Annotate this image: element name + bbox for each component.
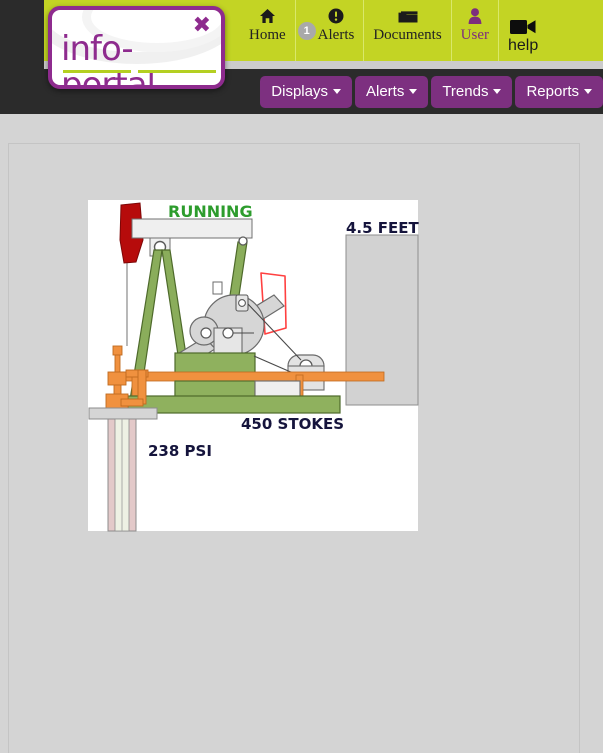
ground-plate: [88, 407, 158, 420]
main-nav-items: Displays Alerts Trends Reports: [260, 76, 603, 108]
nav-label-displays: Displays: [271, 83, 328, 100]
nav-button-displays[interactable]: Displays: [260, 76, 352, 108]
user-icon: [468, 6, 482, 26]
topnav-label-alerts: Alerts: [317, 27, 355, 43]
topnav-item-user[interactable]: User: [451, 0, 499, 61]
status-label-running: RUNNING: [168, 202, 253, 221]
alerts-count-badge: 1: [297, 22, 316, 40]
nav-label-alerts: Alerts: [365, 83, 405, 100]
logo-wordmark: info-portal: [61, 29, 156, 89]
topnav-label-documents: Documents: [373, 27, 442, 43]
home-icon: [259, 6, 276, 26]
topnav-item-documents[interactable]: Documents: [364, 0, 452, 61]
folder-icon: [398, 6, 418, 26]
chevron-down-icon: [409, 89, 418, 94]
alert-icon: [328, 6, 344, 26]
strokes-label: 450 STOKES: [241, 415, 344, 433]
pump-jack-svg: [88, 200, 419, 532]
walking-beam: [131, 218, 253, 239]
topnav-label-help: help: [508, 36, 539, 54]
logo-underline-left: [63, 70, 131, 73]
well-casing: [107, 418, 137, 532]
topnav-item-help[interactable]: help: [499, 0, 548, 61]
topbar-divider-strip-dark: [0, 61, 44, 69]
logo-underline-right: [138, 70, 216, 73]
top-bar-left-spacer: [0, 0, 44, 69]
sensor-box: [212, 281, 223, 295]
tank-level-label: 4.5 FEET: [346, 219, 419, 237]
pressure-label: 238 PSI: [148, 442, 212, 460]
chevron-down-icon: [493, 89, 502, 94]
nav-button-trends[interactable]: Trends: [431, 76, 513, 108]
video-camera-icon: [510, 17, 536, 37]
chevron-down-icon: [584, 89, 592, 94]
topnav-item-home[interactable]: Home: [240, 0, 296, 61]
topnav-label-home: Home: [249, 27, 286, 43]
pump-jack-diagram[interactable]: RUNNING 4.5 FEET 450 STOKES 238 PSI: [88, 200, 419, 532]
topnav-label-user: User: [460, 27, 489, 43]
nav-label-reports: Reports: [526, 83, 579, 100]
chevron-down-icon: [332, 89, 341, 94]
top-nav: Home 1 Alerts Documents User help: [240, 0, 548, 61]
nav-button-alerts[interactable]: Alerts: [354, 76, 429, 108]
nav-button-reports[interactable]: Reports: [515, 76, 603, 108]
brand-logo[interactable]: ✖ info-portal: [48, 6, 225, 89]
topnav-item-alerts[interactable]: 1 Alerts: [295, 0, 365, 61]
nav-label-trends: Trends: [442, 83, 489, 100]
